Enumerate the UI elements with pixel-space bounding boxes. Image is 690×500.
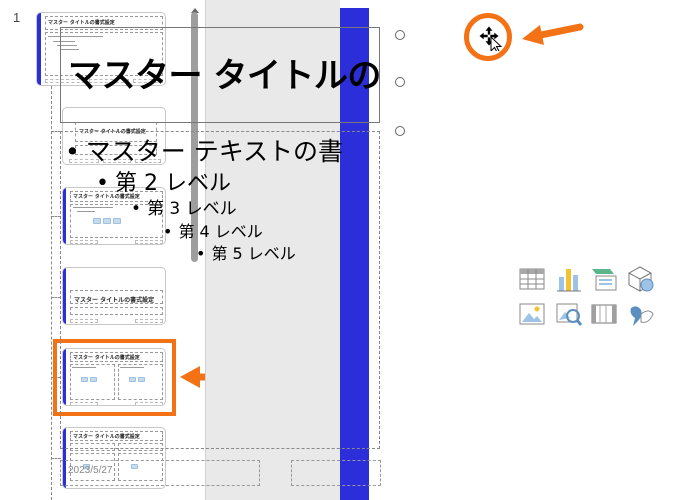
bullet-level-4: • 第 4 レベル: [163, 222, 263, 241]
resize-handle[interactable]: [395, 126, 405, 136]
thumb-accent-bar: [37, 13, 41, 85]
bullet-level-3: • 第 3 レベル: [131, 199, 237, 219]
table-icon[interactable]: [518, 265, 546, 293]
picture-icon[interactable]: [518, 300, 546, 328]
slide-number: 1: [13, 10, 21, 25]
slide-date: 2023/5/27: [68, 465, 113, 476]
layout-connector-line: [51, 458, 61, 459]
resize-handle[interactable]: [395, 30, 405, 40]
bullet-level-1: • マスター テキストの書: [65, 137, 343, 166]
thumb-title: マスター タイトルの書式設定: [48, 20, 115, 26]
bullet-level-5: • 第 5 レベル: [196, 244, 296, 263]
video-icon[interactable]: [590, 300, 618, 328]
scroll-up-arrow-icon[interactable]: [190, 0, 200, 13]
online-picture-icon[interactable]: [555, 300, 583, 328]
smartart-icon[interactable]: [590, 265, 618, 293]
layout-connector-line: [51, 86, 52, 500]
annotation-arrow-left-icon: [522, 23, 584, 45]
move-cursor-icon: [478, 25, 503, 51]
bullet-level-2: • 第 2 レベル: [96, 171, 231, 196]
icons-icon[interactable]: [627, 300, 655, 328]
slide-title: マスター タイトルの: [68, 56, 381, 96]
resize-handle[interactable]: [395, 77, 405, 87]
slide-canvas[interactable]: [340, 8, 690, 500]
3d-model-icon[interactable]: [627, 265, 655, 293]
chart-icon[interactable]: [555, 265, 583, 293]
footer-placeholder[interactable]: [291, 460, 381, 486]
